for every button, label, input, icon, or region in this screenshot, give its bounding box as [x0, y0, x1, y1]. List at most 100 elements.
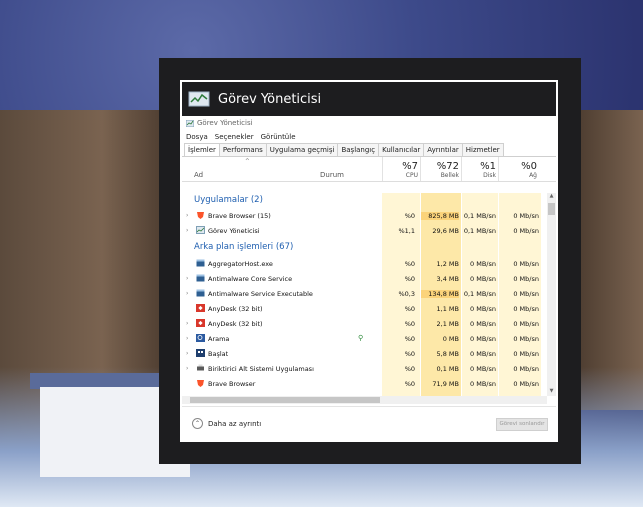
task-manager-small-icon: [186, 119, 194, 127]
network-total[interactable]: %0: [500, 161, 537, 172]
sort-up-icon: ⌃: [244, 157, 251, 166]
memory-cell: 0,1 MB: [436, 365, 459, 373]
network-cell: 0 Mb/sn: [513, 350, 539, 358]
table-row[interactable]: › Biriktirici Alt Sistemi Uygulaması %0 0,1…: [182, 361, 546, 376]
task-manager-preview[interactable]: Görev Yöneticisi Görev Yöneticisi Dosya …: [180, 80, 558, 442]
suspended-leaf-icon: ⚲: [358, 334, 364, 342]
cpu-total[interactable]: %7: [382, 161, 418, 172]
memory-total[interactable]: %72: [422, 161, 459, 172]
column-cpu[interactable]: CPU: [382, 172, 418, 179]
disk-cell: 0 MB/sn: [470, 380, 496, 388]
start-app-icon: [196, 349, 205, 357]
table-row[interactable]: › AnyDesk (32 bit) %0 2,1 MB 0 MB/sn 0 Mb/sn: [182, 316, 546, 331]
anydesk-icon: [196, 319, 205, 327]
tab-users[interactable]: Kullanıcılar: [378, 143, 425, 156]
menu-view[interactable]: Görüntüle: [261, 133, 296, 141]
tab-app-history[interactable]: Uygulama geçmişi: [265, 143, 339, 156]
printer-icon: [196, 364, 205, 372]
table-row[interactable]: › Arama ⚲ %0 0 MB 0 MB/sn 0 Mb/sn: [182, 331, 546, 346]
group-background: Arka plan işlemleri (67): [194, 242, 294, 252]
scroll-up-icon[interactable]: ▲: [547, 193, 556, 201]
table-row[interactable]: › Antimalware Core Service %0 3,4 MB 0 MB/sn…: [182, 271, 546, 286]
cpu-cell: %0: [404, 212, 415, 220]
tab-details[interactable]: Ayrıntılar: [423, 143, 463, 156]
tab-strip: İşlemler Performans Uygulama geçmişi Baş…: [182, 143, 556, 157]
table-row[interactable]: AggregatorHost.exe %0 1,2 MB 0 MB/sn 0 Mb/sn: [182, 256, 546, 271]
disk-cell: 0,1 MB/sn: [463, 227, 496, 235]
disk-cell: 0 MB/sn: [470, 320, 496, 328]
memory-cell: 71,9 MB: [432, 380, 459, 388]
process-name: Arama: [208, 335, 230, 343]
disk-cell: 0 MB/sn: [470, 260, 496, 268]
app-window-icon: [196, 289, 205, 297]
chevron-right-icon[interactable]: ›: [186, 335, 188, 342]
cpu-cell: %0: [404, 335, 415, 343]
hscroll-thumb[interactable]: [190, 397, 380, 403]
process-name: AnyDesk (32 bit): [208, 320, 263, 328]
network-cell: 0 Mb/sn: [513, 365, 539, 373]
table-row[interactable]: › Görev Yöneticisi %1,1 29,6 MB 0,1 MB/sn 0 M…: [182, 223, 546, 238]
column-network[interactable]: Ağ: [500, 172, 537, 179]
disk-cell: 0 MB/sn: [470, 275, 496, 283]
tab-startup[interactable]: Başlangıç: [337, 143, 380, 156]
column-memory[interactable]: Bellek: [422, 172, 459, 179]
network-cell: 0 Mb/sn: [513, 260, 539, 268]
chevron-right-icon[interactable]: ›: [186, 350, 188, 357]
chevron-right-icon[interactable]: ›: [186, 290, 188, 297]
process-name: AnyDesk (32 bit): [208, 305, 263, 313]
memory-cell: 5,8 MB: [436, 350, 459, 358]
table-row[interactable]: AnyDesk (32 bit) %0 1,1 MB 0 MB/sn 0 Mb/sn: [182, 301, 546, 316]
scroll-thumb[interactable]: [548, 203, 555, 215]
column-separator: [420, 157, 421, 181]
process-name: Görev Yöneticisi: [208, 227, 260, 235]
disk-cell: 0,1 MB/sn: [463, 212, 496, 220]
chevron-right-icon[interactable]: ›: [186, 212, 188, 219]
column-name[interactable]: Ad: [194, 171, 203, 179]
menu-bar: Dosya Seçenekler Görüntüle: [182, 130, 556, 143]
column-status[interactable]: Durum: [320, 171, 344, 179]
table-row[interactable]: › Brave Browser (15) %0 825,8 MB 0,1 MB/sn 0 …: [182, 208, 546, 223]
disk-total[interactable]: %1: [462, 161, 496, 172]
memory-cell: 29,6 MB: [432, 227, 459, 235]
scroll-down-icon[interactable]: ▼: [547, 388, 556, 396]
disk-cell: 0,1 MB/sn: [463, 290, 496, 298]
window-caption: Görev Yöneticisi: [182, 116, 556, 130]
cpu-cell: %0: [404, 275, 415, 283]
search-app-icon: [196, 334, 205, 342]
chevron-right-icon[interactable]: ›: [186, 275, 188, 282]
memory-cell: 3,4 MB: [436, 275, 459, 283]
cpu-cell: %0,3: [398, 290, 415, 298]
process-name: Biriktirici Alt Sistemi Uygulaması: [208, 365, 314, 373]
chevron-right-icon[interactable]: ›: [186, 365, 188, 372]
anydesk-icon: [196, 304, 205, 312]
chevron-right-icon[interactable]: ›: [186, 227, 188, 234]
menu-options[interactable]: Seçenekler: [215, 133, 254, 141]
disk-cell: 0 MB/sn: [470, 350, 496, 358]
table-row[interactable]: Brave Browser %0 71,9 MB 0 MB/sn 0 Mb/sn: [182, 376, 546, 391]
network-cell: 0 Mb/sn: [513, 290, 539, 298]
end-task-button[interactable]: Görevi sonlandır: [496, 418, 548, 431]
network-cell: 0 Mb/sn: [513, 320, 539, 328]
process-list: Uygulamalar (2) Arka plan işlemleri (67)…: [182, 193, 556, 396]
cpu-cell: %0: [404, 365, 415, 373]
preview-title: Görev Yöneticisi: [218, 91, 322, 107]
chevron-right-icon[interactable]: ›: [186, 320, 188, 327]
cpu-cell: %0: [404, 305, 415, 313]
memory-cell: 825,8 MB: [421, 212, 459, 220]
network-cell: 0 Mb/sn: [513, 212, 539, 220]
disk-cell: 0 MB/sn: [470, 335, 496, 343]
tab-services[interactable]: Hizmetler: [461, 143, 504, 156]
process-name: Brave Browser (15): [208, 212, 271, 220]
menu-file[interactable]: Dosya: [186, 133, 208, 141]
table-row[interactable]: › Başlat %0 5,8 MB 0 MB/sn 0 Mb/sn: [182, 346, 546, 361]
horizontal-scrollbar[interactable]: [182, 396, 547, 404]
brave-lion-icon: [196, 211, 205, 219]
fewer-details-link[interactable]: Daha az ayrıntı: [208, 420, 261, 428]
tab-performance[interactable]: Performans: [218, 143, 267, 156]
vertical-scrollbar[interactable]: ▲ ▼: [547, 193, 556, 396]
chevron-up-icon[interactable]: ⌃: [192, 418, 203, 429]
table-row[interactable]: › Antimalware Service Executable %0,3 134,8…: [182, 286, 546, 301]
network-cell: 0 Mb/sn: [513, 380, 539, 388]
column-disk[interactable]: Disk: [462, 172, 496, 179]
tab-processes[interactable]: İşlemler: [184, 143, 220, 156]
